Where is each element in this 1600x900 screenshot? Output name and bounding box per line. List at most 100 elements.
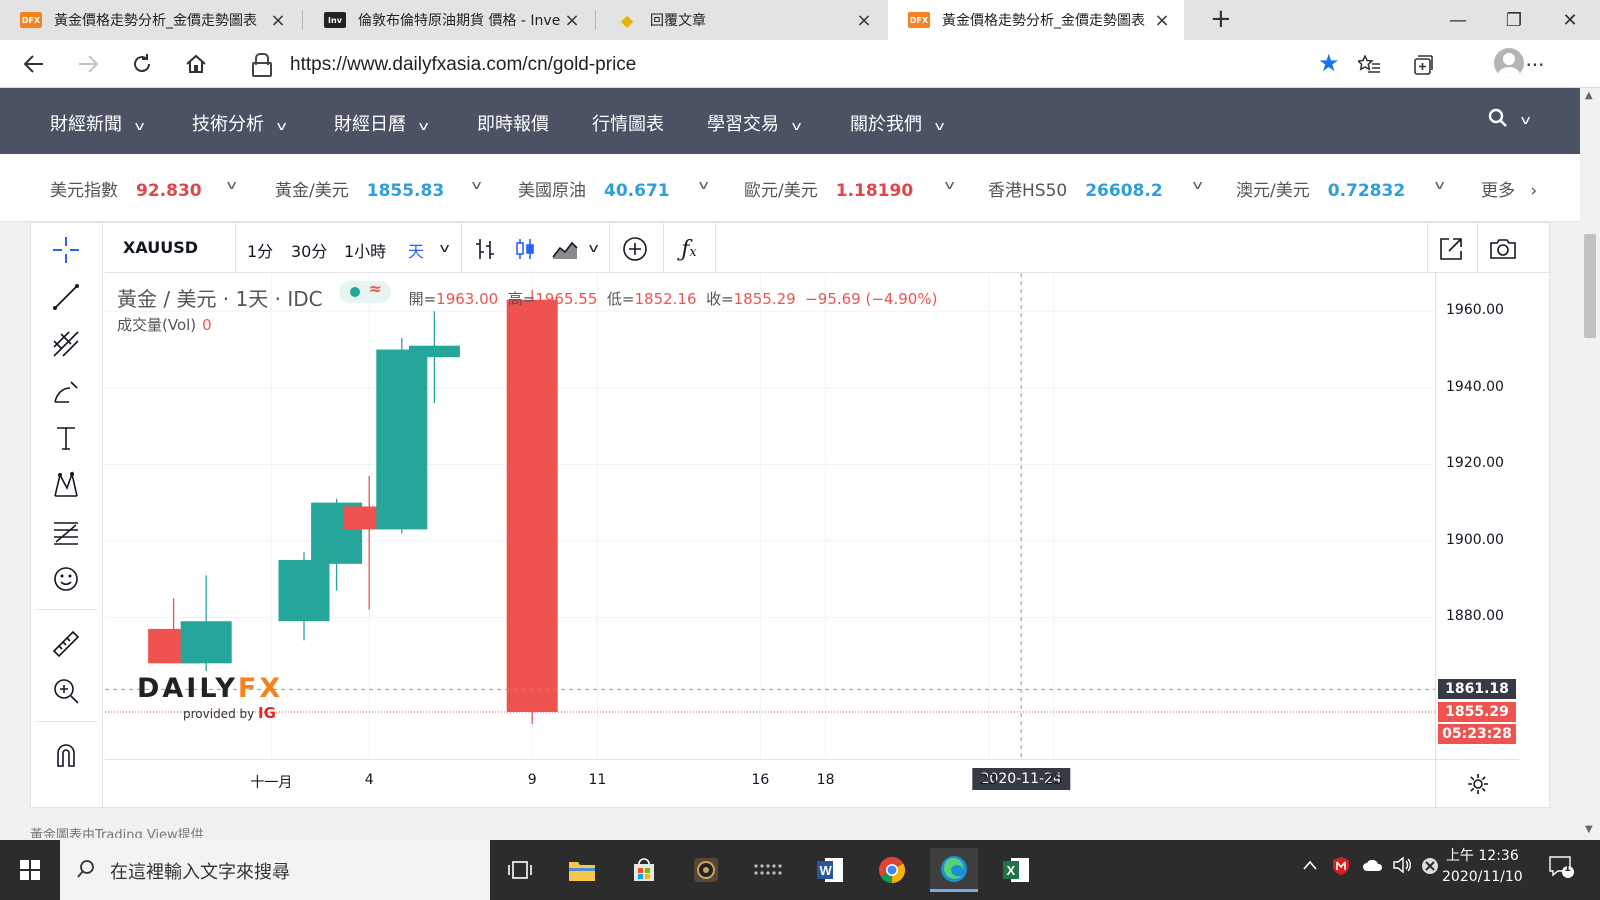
notifications-button[interactable]: 1 bbox=[1548, 854, 1574, 882]
scrollbar-thumb[interactable] bbox=[1584, 234, 1596, 338]
ticker-item-gold-usd[interactable]: 黃金/美元 1855.83 v bbox=[275, 176, 482, 201]
taskbar-file-explorer[interactable] bbox=[558, 848, 606, 892]
back-button[interactable] bbox=[18, 48, 50, 80]
start-button[interactable] bbox=[6, 848, 54, 892]
show-hidden-icons-button[interactable] bbox=[1302, 856, 1318, 875]
nav-item-calendar[interactable]: 財經日曆 v bbox=[334, 110, 429, 136]
scroll-up-arrow-icon[interactable]: ▲ bbox=[1585, 90, 1593, 101]
interval-30m[interactable]: 30分 bbox=[291, 238, 327, 262]
price-axis[interactable]: 1861.18 1855.29 05:23:28 1960.00 1940.00 1… bbox=[1435, 273, 1519, 759]
ticker-item-aud-usd[interactable]: 澳元/美元 0.72832 v bbox=[1236, 176, 1445, 201]
favorites-button[interactable] bbox=[1354, 50, 1384, 80]
taskbar-dots-app[interactable] bbox=[744, 848, 792, 892]
measure-tool[interactable] bbox=[47, 625, 85, 663]
chevron-down-icon[interactable]: v bbox=[945, 178, 955, 192]
browser-tab-1[interactable]: DFX 黃金價格走勢分析_金價走勢圖表 × bbox=[0, 0, 300, 40]
ticker-more-link[interactable]: 更多 › bbox=[1481, 176, 1537, 201]
pattern-tool[interactable] bbox=[47, 466, 85, 504]
indicators-button[interactable]: ƒx bbox=[675, 235, 703, 263]
browser-tab-3[interactable]: ◆ 回覆文章 × bbox=[596, 0, 886, 40]
browser-tab-2[interactable]: Inv 倫敦布倫特原油期貨 價格 - Inves × bbox=[304, 0, 594, 40]
task-view-button[interactable] bbox=[496, 848, 544, 892]
ticker-item-usd-index[interactable]: 美元指數 92.830 v bbox=[50, 176, 237, 201]
close-tab-icon[interactable]: × bbox=[1150, 10, 1174, 31]
chart-style-chevron-down-icon[interactable]: v bbox=[589, 241, 599, 255]
snapshot-button[interactable] bbox=[1489, 235, 1517, 263]
site-search-button[interactable]: v bbox=[1488, 108, 1530, 129]
collections-button[interactable] bbox=[1408, 50, 1438, 80]
onedrive-tray-icon[interactable] bbox=[1362, 857, 1384, 876]
trend-line-tool[interactable] bbox=[47, 278, 85, 316]
zoom-tool[interactable] bbox=[47, 672, 85, 710]
volume-tray-icon[interactable] bbox=[1392, 856, 1412, 878]
restore-button[interactable]: ❐ bbox=[1486, 0, 1542, 40]
close-tab-icon[interactable]: × bbox=[852, 10, 876, 31]
chevron-down-icon[interactable]: v bbox=[1435, 178, 1445, 192]
nav-item-charts[interactable]: 行情圖表 bbox=[592, 110, 664, 136]
chart-settings-button[interactable] bbox=[1435, 759, 1519, 807]
forward-button[interactable] bbox=[72, 48, 104, 80]
favorite-star-icon[interactable]: ★ bbox=[1318, 49, 1340, 77]
taskbar-edge-active[interactable] bbox=[930, 848, 978, 892]
area-style-button[interactable] bbox=[551, 235, 579, 263]
interval-1m[interactable]: 1分 bbox=[247, 238, 273, 262]
page-scrollbar[interactable]: ▲ ▼ bbox=[1580, 88, 1600, 840]
taskbar-chrome[interactable] bbox=[868, 848, 916, 892]
chevron-down-icon[interactable]: v bbox=[699, 178, 709, 192]
chevron-down-icon[interactable]: v bbox=[472, 178, 482, 192]
text-tool[interactable] bbox=[47, 419, 85, 457]
candlestick-plot[interactable] bbox=[105, 273, 1435, 759]
crosshair-tool[interactable] bbox=[47, 231, 85, 269]
chart-credit[interactable]: 黃金圖表由Trading View提供 bbox=[30, 824, 204, 838]
nav-label: 技術分析 bbox=[192, 114, 264, 135]
toolbar-divider bbox=[37, 609, 97, 610]
nav-item-live-quotes[interactable]: 即時報價 bbox=[477, 110, 549, 136]
taskbar-search-box[interactable]: 在這裡輸入文字來搜尋 bbox=[60, 840, 490, 900]
close-tab-icon[interactable]: × bbox=[266, 10, 290, 31]
nav-item-learn-trading[interactable]: 學習交易 v bbox=[707, 110, 802, 136]
dailyfx-wordmark: DAILYFX bbox=[137, 673, 283, 704]
chevron-down-icon[interactable]: v bbox=[227, 178, 237, 192]
browser-tab-4-active[interactable]: DFX 黃金價格走勢分析_金價走勢圖表 × bbox=[888, 0, 1184, 40]
interval-1d[interactable]: 天 bbox=[408, 238, 424, 262]
taskbar-clock[interactable]: 上午 12:36 2020/11/10 bbox=[1442, 846, 1523, 888]
nav-item-technical-analysis[interactable]: 技術分析 v bbox=[192, 110, 287, 136]
new-tab-button[interactable]: + bbox=[1210, 4, 1232, 34]
network-tray-icon[interactable] bbox=[1420, 856, 1440, 880]
ticker-item-hk-hs50[interactable]: 香港HS50 26608.2 v bbox=[988, 176, 1203, 201]
taskbar-excel[interactable]: X bbox=[992, 848, 1040, 892]
scroll-down-arrow-icon[interactable]: ▼ bbox=[1585, 824, 1593, 835]
interval-dropdown-chevron-down-icon[interactable]: v bbox=[440, 241, 450, 255]
ticker-item-eur-usd[interactable]: 歐元/美元 1.18190 v bbox=[744, 176, 955, 201]
symbol-search[interactable]: XAUUSD bbox=[123, 238, 198, 257]
taskbar-store[interactable] bbox=[620, 848, 668, 892]
refresh-button[interactable] bbox=[126, 48, 158, 80]
emoji-tool[interactable] bbox=[47, 560, 85, 598]
close-window-button[interactable]: ✕ bbox=[1542, 0, 1598, 40]
chevron-down-icon[interactable]: v bbox=[1193, 178, 1203, 192]
taskbar-word[interactable]: W bbox=[806, 848, 854, 892]
brush-tool[interactable] bbox=[47, 372, 85, 410]
open-new-window-button[interactable] bbox=[1437, 235, 1465, 263]
antivirus-tray-icon[interactable] bbox=[1332, 856, 1350, 880]
open-value: 1963.00 bbox=[436, 290, 499, 308]
ticker-item-us-oil[interactable]: 美國原油 40.671 v bbox=[518, 176, 709, 201]
nav-item-news[interactable]: 財經新聞 v bbox=[50, 110, 145, 136]
minimize-button[interactable]: — bbox=[1430, 0, 1486, 40]
interval-1h[interactable]: 1小時 bbox=[344, 238, 386, 262]
nav-item-about-us[interactable]: 關於我們 v bbox=[850, 110, 945, 136]
magnet-tool[interactable] bbox=[47, 735, 85, 773]
time-axis[interactable]: 2020-11-24 十一月 4 9 11 16 18 23 25 bbox=[105, 759, 1435, 807]
address-bar[interactable]: https://www.dailyfxasia.com/cn/gold-pric… bbox=[236, 45, 1360, 83]
more-menu-button[interactable]: ··· bbox=[1520, 50, 1550, 80]
bar-style-button[interactable] bbox=[471, 235, 499, 263]
compare-button[interactable] bbox=[621, 235, 649, 263]
home-button[interactable] bbox=[180, 48, 212, 80]
toolbar-divider bbox=[609, 223, 610, 273]
fib-tool[interactable] bbox=[47, 513, 85, 551]
taskbar-media-app[interactable] bbox=[682, 848, 730, 892]
candle-style-button[interactable] bbox=[511, 235, 539, 263]
site-navigation: 財經新聞 v 技術分析 v 財經日曆 v 即時報價 行情圖表 學習交易 v 關於我們 v … bbox=[0, 88, 1580, 154]
pitchfork-tool[interactable] bbox=[47, 325, 85, 363]
close-tab-icon[interactable]: × bbox=[560, 10, 584, 31]
